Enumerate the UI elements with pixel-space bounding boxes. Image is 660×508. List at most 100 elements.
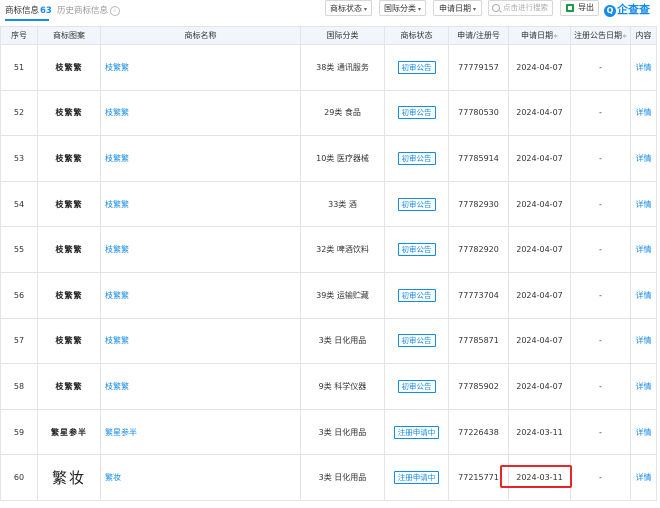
category-filter-label: 国际分类 bbox=[383, 4, 416, 13]
detail-link[interactable]: 详情 bbox=[636, 473, 652, 482]
trademark-image: 枝繁繁 bbox=[37, 180, 101, 228]
column-header-apply-date[interactable]: 申请日期≑ bbox=[508, 26, 571, 45]
detail-link[interactable]: 详情 bbox=[636, 245, 652, 254]
tab-history-trademark[interactable]: 历史商标信息 i bbox=[57, 4, 121, 16]
detail-link[interactable]: 详情 bbox=[636, 63, 652, 72]
trademark-name-link[interactable]: 枝繁繁 bbox=[105, 245, 129, 254]
row-no: 59 bbox=[0, 408, 38, 456]
category: 33类 酒 bbox=[300, 180, 385, 228]
category: 39类 运输贮藏 bbox=[300, 271, 385, 319]
status-cell: 初审公告 bbox=[384, 135, 449, 182]
trademark-name-link[interactable]: 枝繁繁 bbox=[105, 154, 129, 163]
detail-link[interactable]: 详情 bbox=[636, 428, 652, 437]
category: 29类 食品 bbox=[300, 89, 385, 137]
search-input[interactable]: 点击进行搜索 bbox=[488, 0, 553, 16]
chevron-down-icon: ▾ bbox=[363, 6, 367, 13]
active-tab-indicator bbox=[5, 19, 49, 21]
status-badge: 注册申请中 bbox=[393, 425, 440, 439]
trademark-image: 枝繁繁 bbox=[37, 317, 101, 365]
detail-link[interactable]: 详情 bbox=[636, 154, 652, 163]
trademark-image-text: 枝繁繁 bbox=[55, 198, 83, 209]
column-header-detail: 内容 bbox=[630, 26, 657, 45]
reg-no: 77782930 bbox=[448, 180, 509, 228]
row-no: 56 bbox=[0, 271, 38, 319]
trademark-image-text: 繁妆 bbox=[51, 469, 86, 488]
trademark-name-link[interactable]: 枝繁繁 bbox=[105, 336, 129, 345]
status-cell: 初审公告 bbox=[384, 44, 449, 91]
row-no: 60 bbox=[0, 454, 38, 501]
row-no: 57 bbox=[0, 317, 38, 365]
status-cell: 注册申请中 bbox=[384, 408, 449, 456]
category: 3类 日化用品 bbox=[300, 454, 385, 501]
detail-link[interactable]: 详情 bbox=[636, 291, 652, 300]
trademark-name-link[interactable]: 枝繁繁 bbox=[105, 63, 129, 72]
trademark-name-link[interactable]: 繁妆 bbox=[105, 473, 121, 482]
trademark-image-text: 枝繁繁 bbox=[55, 107, 83, 118]
table-row: 58 枝繁繁 枝繁繁 9类 科学仪器 初审公告 77785902 2024-04… bbox=[0, 363, 657, 410]
status-filter-dropdown[interactable]: 商标状态 ▾ bbox=[325, 0, 372, 16]
detail-link[interactable]: 详情 bbox=[636, 200, 652, 209]
status-badge: 初审公告 bbox=[397, 379, 436, 393]
column-header-notice-date[interactable]: 注册公告日期≑ bbox=[570, 26, 631, 45]
trademark-name-link[interactable]: 枝繁繁 bbox=[105, 291, 129, 300]
category-filter-dropdown[interactable]: 国际分类 ▾ bbox=[379, 0, 426, 16]
trademark-name-cell: 枝繁繁 bbox=[100, 363, 301, 410]
trademark-name-cell: 枝繁繁 bbox=[100, 89, 301, 137]
apply-date: 2024-04-07 bbox=[508, 135, 571, 182]
status-badge: 初审公告 bbox=[397, 151, 436, 165]
row-no: 54 bbox=[0, 180, 38, 228]
apply-date: 2024-04-07 bbox=[508, 180, 571, 228]
sort-icon[interactable]: ≑ bbox=[553, 33, 558, 40]
category: 3类 日化用品 bbox=[300, 317, 385, 365]
trademark-image: 枝繁繁 bbox=[37, 89, 101, 137]
detail-link[interactable]: 详情 bbox=[636, 382, 652, 391]
apply-date-highlight-box bbox=[500, 465, 572, 488]
tab-trademark-info[interactable]: 商标信息63 bbox=[5, 4, 52, 16]
sort-icon[interactable]: ≑ bbox=[622, 33, 627, 40]
trademark-name-link[interactable]: 繁星参半 bbox=[105, 428, 137, 437]
status-badge: 初审公告 bbox=[397, 334, 436, 348]
info-icon[interactable]: i bbox=[110, 6, 121, 16]
qcc-logo-icon: Q bbox=[604, 5, 616, 17]
tab-trademark-count: 63 bbox=[40, 6, 52, 16]
column-header-status: 商标状态 bbox=[384, 26, 449, 45]
detail-cell: 详情 bbox=[630, 317, 657, 365]
trademark-image-text: 枝繁繁 bbox=[55, 289, 83, 300]
trademark-image: 枝繁繁 bbox=[37, 363, 101, 410]
trademark-name-link[interactable]: 枝繁繁 bbox=[105, 382, 129, 391]
apply-date: 2024-04-07 bbox=[508, 317, 571, 365]
status-badge: 初审公告 bbox=[397, 243, 436, 257]
category: 32类 啤酒饮料 bbox=[300, 226, 385, 273]
apply-date: 2024-04-07 bbox=[508, 226, 571, 273]
detail-cell: 详情 bbox=[630, 44, 657, 91]
reg-no: 77782920 bbox=[448, 226, 509, 273]
trademark-image: 枝繁繁 bbox=[37, 226, 101, 273]
row-no: 55 bbox=[0, 226, 38, 273]
tab-trademark-info-label: 商标信息 bbox=[5, 6, 40, 16]
trademark-image-text: 枝繁繁 bbox=[55, 380, 83, 391]
trademark-name-cell: 枝繁繁 bbox=[100, 135, 301, 182]
status-cell: 初审公告 bbox=[384, 317, 449, 365]
trademark-name-cell: 枝繁繁 bbox=[100, 271, 301, 319]
detail-link[interactable]: 详情 bbox=[636, 336, 652, 345]
export-button[interactable]: 导出 bbox=[560, 0, 599, 16]
date-filter-dropdown[interactable]: 申请日期 ▾ bbox=[433, 0, 482, 16]
trademark-name-link[interactable]: 枝繁繁 bbox=[105, 108, 129, 117]
trademark-name-link[interactable]: 枝繁繁 bbox=[105, 200, 129, 209]
notice-date: - bbox=[570, 271, 631, 319]
status-cell: 初审公告 bbox=[384, 180, 449, 228]
reg-no: 77773704 bbox=[448, 271, 509, 319]
date-filter-label: 申请日期 bbox=[438, 4, 471, 13]
trademark-name-cell: 枝繁繁 bbox=[100, 180, 301, 228]
table-row: 55 枝繁繁 枝繁繁 32类 啤酒饮料 初审公告 77782920 2024-0… bbox=[0, 226, 657, 273]
brand-name: 企查查 bbox=[617, 3, 650, 16]
search-placeholder: 点击进行搜索 bbox=[503, 3, 548, 12]
detail-link[interactable]: 详情 bbox=[636, 108, 652, 117]
reg-no: 77779157 bbox=[448, 44, 509, 91]
notice-date: - bbox=[570, 89, 631, 137]
row-no: 51 bbox=[0, 44, 38, 91]
detail-cell: 详情 bbox=[630, 180, 657, 228]
apply-date: 2024-04-07 bbox=[508, 44, 571, 91]
notice-date: - bbox=[570, 317, 631, 365]
trademark-image: 繁星参半 bbox=[37, 408, 101, 456]
